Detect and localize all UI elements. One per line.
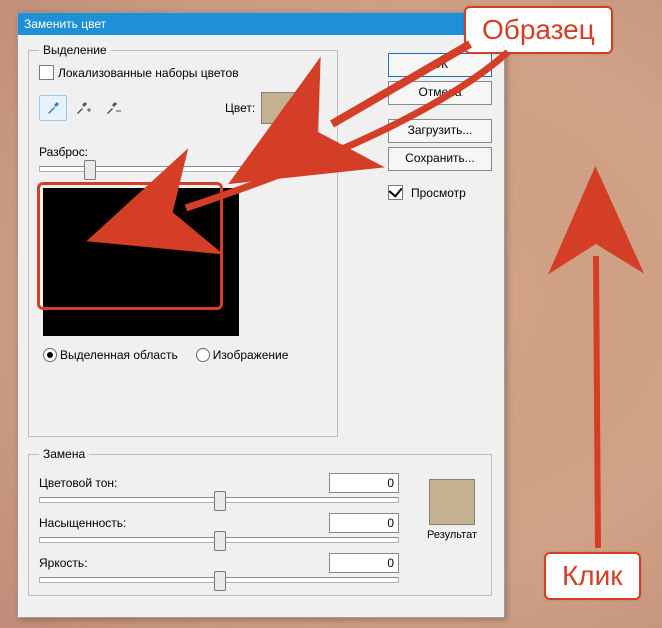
fuzziness-label: Разброс: [39,145,88,159]
hue-slider[interactable] [39,497,399,503]
preview-checkbox-label: Просмотр [411,186,466,200]
saturation-input[interactable]: 0 [329,513,399,533]
eyedropper-subtract-tool[interactable] [99,95,127,121]
result-swatch[interactable] [429,479,475,525]
localized-colors-row[interactable]: Локализованные наборы цветов [39,65,327,80]
eyedropper-tool[interactable] [39,95,67,121]
fuzziness-input[interactable]: 34 [285,142,327,162]
cancel-button[interactable]: Отмена [388,81,492,105]
localized-colors-label: Локализованные наборы цветов [58,66,239,80]
eyedropper-minus-icon [105,100,121,116]
radio-image[interactable]: Изображение [196,348,289,362]
ok-button[interactable]: ОК [388,53,492,77]
hue-input[interactable]: 0 [329,473,399,493]
result-label: Результат [423,529,481,541]
radio-dot-icon [196,348,210,362]
lightness-slider[interactable] [39,577,399,583]
lightness-input[interactable]: 0 [329,553,399,573]
load-button[interactable]: Загрузить... [388,119,492,143]
annotation-click-label: Клик [544,552,641,600]
fuzziness-thumb[interactable] [84,160,96,180]
preview-checkbox[interactable] [388,185,403,200]
localized-colors-checkbox[interactable] [39,65,54,80]
radio-selection[interactable]: Выделенная область [43,348,178,362]
preview-checkbox-row[interactable]: Просмотр [388,185,492,200]
saturation-slider[interactable] [39,537,399,543]
eyedropper-add-tool[interactable] [69,95,97,121]
saturation-label: Насыщенность: [39,516,147,530]
replacement-group-legend: Замена [39,447,89,461]
eyedropper-plus-icon [75,100,91,116]
annotation-sample-label: Образец [464,6,613,54]
color-swatch-label: Цвет: [225,101,255,115]
selection-preview: ◆▪ [43,188,239,336]
fuzziness-slider[interactable] [39,166,327,172]
eyedropper-icon [45,100,61,116]
replacement-group: Замена Цветовой тон: 0 Насыщенность: 0 [28,447,492,596]
selection-group: Выделение Локализованные наборы цветов [28,43,338,437]
save-button[interactable]: Сохранить... [388,147,492,171]
radio-image-label: Изображение [213,348,289,362]
replace-color-dialog: Заменить цвет Выделение Локализованные н… [17,12,505,618]
radio-dot-icon [43,348,57,362]
hue-label: Цветовой тон: [39,476,147,490]
dialog-title: Заменить цвет [18,13,504,35]
radio-selection-label: Выделенная область [60,348,178,362]
lightness-label: Яркость: [39,556,147,570]
saturation-thumb[interactable] [214,531,226,551]
selection-group-legend: Выделение [39,43,111,57]
lightness-thumb[interactable] [214,571,226,591]
color-swatch[interactable] [261,92,297,124]
annotation-highlight-rect [37,182,223,310]
hue-thumb[interactable] [214,491,226,511]
